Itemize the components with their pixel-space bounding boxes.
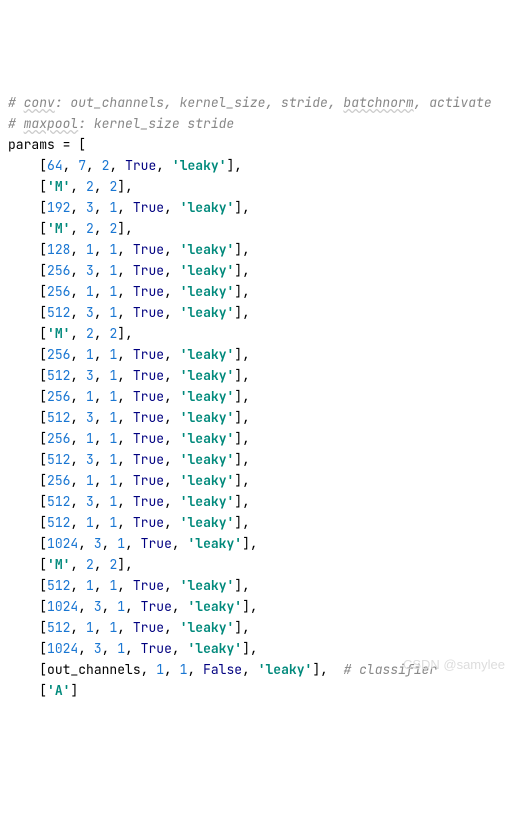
watermark: CSDN @samylee	[403, 654, 505, 675]
comment-maxpool: # maxpool: kernel_size stride	[8, 115, 234, 132]
comment-conv: # conv: out_channels, kernel_size, strid…	[8, 94, 492, 111]
params-list: [64, 7, 2, True, 'leaky'], ['M', 2, 2], …	[8, 155, 512, 700]
code-block: # conv: out_channels, kernel_size, strid…	[8, 71, 512, 700]
params-assignment: params = [	[8, 136, 86, 153]
